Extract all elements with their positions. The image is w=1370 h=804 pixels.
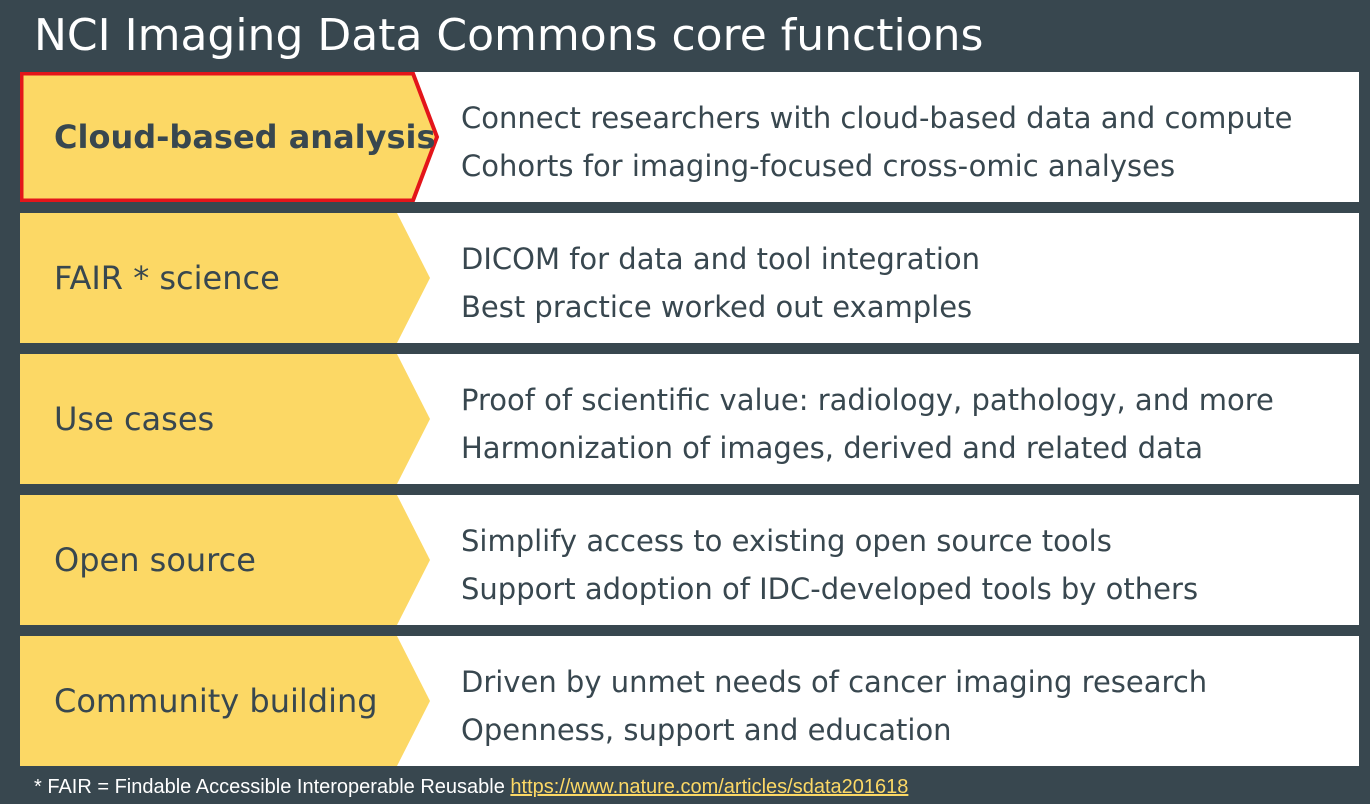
row-description: Driven by unmet needs of cancer imaging … [461, 658, 1351, 754]
footnote-link[interactable]: https://www.nature.com/articles/sdata201… [510, 776, 908, 798]
row-label: FAIR * science [54, 259, 280, 297]
row-label: Open source [54, 541, 256, 579]
row-description-line: DICOM for data and tool integration [461, 242, 981, 276]
row-description-line: Simplify access to existing open source … [461, 524, 1112, 558]
row-description-line: Openness, support and education [461, 713, 952, 747]
row-description: Connect researchers with cloud-based dat… [461, 94, 1351, 190]
row-description-line: Support adoption of IDC-developed tools … [461, 572, 1199, 606]
row-description: DICOM for data and tool integration Best… [461, 235, 1351, 331]
row-description-line: Driven by unmet needs of cancer imaging … [461, 665, 1208, 699]
function-row-community-building: Community building Driven by unmet needs… [20, 636, 1359, 766]
row-description-line: Cohorts for imaging-focused cross-omic a… [461, 149, 1176, 183]
footnote-text: * FAIR = Findable Accessible Interoperab… [34, 776, 511, 798]
row-label: Community building [54, 682, 378, 720]
row-label: Use cases [54, 400, 215, 438]
row-label: Cloud-based analysis [54, 118, 436, 156]
row-description: Simplify access to existing open source … [461, 517, 1351, 613]
function-row-open-source: Open source Simplify access to existing … [20, 495, 1359, 625]
row-description-line: Best practice worked out examples [461, 290, 973, 324]
row-description-line: Harmonization of images, derived and rel… [461, 431, 1203, 465]
row-description-line: Proof of scientific value: radiology, pa… [461, 383, 1274, 417]
footnote: * FAIR = Findable Accessible Interoperab… [34, 773, 908, 801]
row-description-line: Connect researchers with cloud-based dat… [461, 101, 1293, 135]
row-description: Proof of scientific value: radiology, pa… [461, 376, 1351, 472]
function-row-use-cases: Use cases Proof of scientific value: rad… [20, 354, 1359, 484]
function-row-cloud-analysis: Cloud-based analysis Connect researchers… [20, 72, 1359, 202]
page-title: NCI Imaging Data Commons core functions [34, 10, 984, 61]
function-row-fair-science: FAIR * science DICOM for data and tool i… [20, 213, 1359, 343]
